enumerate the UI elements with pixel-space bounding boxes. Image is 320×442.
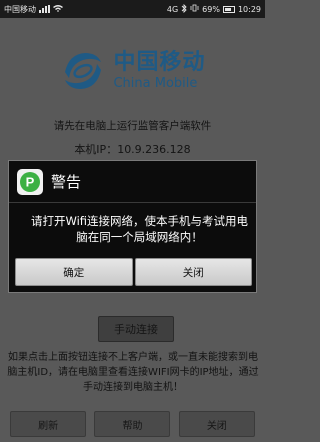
confirm-button[interactable]: 确定 (15, 258, 133, 286)
wifi-icon (53, 4, 63, 14)
manual-connect-button[interactable]: 手动连接 (98, 316, 174, 342)
dialog-message: 请打开Wifi连接网络，使本手机与考试用电脑在同一个局域网络内！ (30, 214, 249, 244)
close-app-button[interactable]: 关闭 (178, 411, 255, 437)
bottom-bar: 刷新 帮助 关闭 (0, 410, 265, 438)
battery-icon (222, 5, 235, 13)
help-button[interactable]: 帮助 (94, 411, 171, 437)
app-icon-letter: P (26, 174, 35, 189)
dialog-title: 警告 (51, 173, 82, 191)
refresh-button[interactable]: 刷新 (10, 411, 87, 437)
network-label: 4G (166, 4, 179, 14)
china-mobile-logo-icon (65, 53, 102, 89)
signal-icon (39, 5, 50, 13)
dialog-header: P 警告 (9, 161, 256, 203)
app-icon: P (17, 168, 43, 195)
vibrate-icon (190, 4, 199, 14)
ip-address-text: 本机IP：10.9.236.128 (74, 143, 191, 156)
instruction-text: 请先在电脑上运行监管客户端软件 (53, 120, 212, 132)
brand-logo: 中国移动 China Mobile (0, 38, 265, 104)
bluetooth-icon (181, 3, 187, 15)
warning-dialog: P 警告 请打开Wifi连接网络，使本手机与考试用电脑在同一个局域网络内！ 确定… (8, 160, 257, 293)
status-bar: 中国移动 4G 69% 10:29 (0, 0, 265, 18)
brand-name-en: China Mobile (113, 76, 198, 91)
dialog-close-button[interactable]: 关闭 (134, 258, 252, 286)
battery-percent: 69% (202, 4, 220, 14)
carrier-label: 中国移动 (4, 4, 36, 14)
dialog-buttons: 确定 关闭 (15, 258, 252, 286)
clock: 10:29 (237, 4, 261, 14)
brand-name-cn: 中国移动 (113, 50, 206, 75)
help-text: 如果点击上面按钮连接不上客户端，或一直未能搜索到电脑主机ID，请在电脑里查看连接… (7, 352, 259, 393)
